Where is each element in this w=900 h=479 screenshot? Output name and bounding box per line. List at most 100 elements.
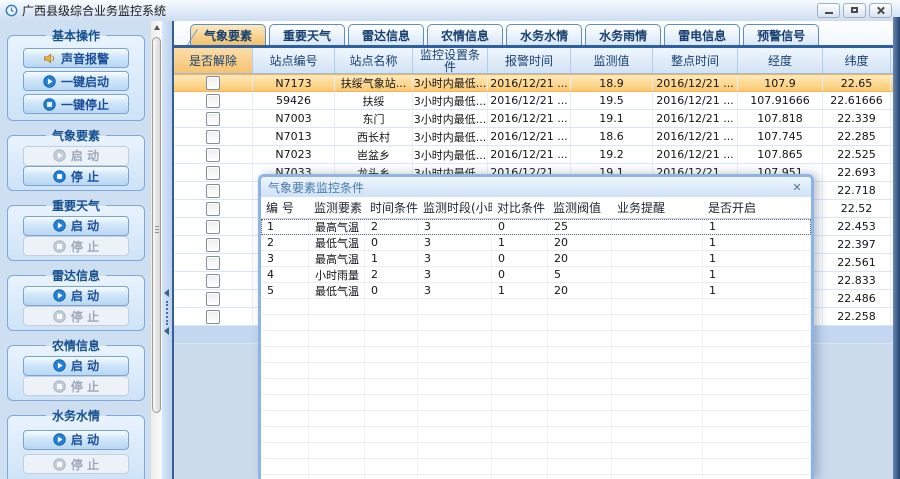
table-row[interactable]: 59426扶绥3小时内最低...2016/12/21 ...19.52016/1… [174, 92, 893, 110]
table-row[interactable]: N7003东门3小时内最低...2016/12/21 ...19.12016/1… [174, 110, 893, 128]
column-header[interactable]: 站点编号 [253, 48, 335, 73]
dialog-cell [612, 331, 703, 346]
cell-value: 18.9 [571, 75, 653, 91]
restore-button[interactable] [843, 3, 866, 18]
tab-7[interactable]: 预警信号 [743, 24, 819, 45]
row-checkbox[interactable] [206, 220, 220, 234]
start-button[interactable]: 启 动 [23, 146, 129, 166]
dialog-cell [612, 475, 703, 479]
dialog-table-row[interactable]: 5最低气温031201 [261, 283, 811, 299]
dialog-column-header[interactable]: 编 号 [261, 199, 309, 216]
row-checkbox[interactable] [206, 256, 220, 270]
close-button[interactable] [869, 3, 892, 18]
dialog-cell [418, 475, 492, 479]
dialog-cell: 1 [703, 267, 811, 282]
sidebar-group: 雷达信息启 动停 止 [7, 267, 145, 331]
dialog-cell [703, 395, 811, 410]
dialog-table-row[interactable]: 1最高气温230251 [261, 219, 811, 235]
start-button[interactable]: 启 动 [23, 356, 129, 376]
stop-button[interactable]: 停 止 [23, 306, 129, 326]
row-checkbox[interactable] [206, 238, 220, 252]
column-header[interactable]: 整点时间 [653, 48, 738, 73]
dialog-cell: 1 [492, 235, 548, 250]
cell-longitude: 107.9 [738, 75, 823, 91]
dialog-table-row[interactable]: 3最高气温130201 [261, 251, 811, 267]
row-checkbox[interactable] [206, 292, 220, 306]
dialog-column-header[interactable]: 监测时段(小时) [418, 199, 492, 216]
dialog-column-header[interactable]: 业务提醒 [612, 199, 703, 216]
row-checkbox[interactable] [206, 112, 220, 126]
dialog-column-header[interactable]: 对比条件 [492, 199, 548, 216]
dialog-cell [365, 315, 418, 330]
row-checkbox[interactable] [206, 310, 220, 324]
dialog-grid-body: 1最高气温2302512最低气温0312013最高气温1302014小时雨量23… [261, 219, 811, 479]
start-all-button[interactable]: 一键启动 [23, 71, 129, 91]
tab-5[interactable]: 水务雨情 [585, 24, 661, 45]
play-icon [53, 359, 66, 372]
row-checkbox[interactable] [206, 166, 220, 180]
minimize-button[interactable] [817, 3, 840, 18]
dialog-cell [612, 427, 703, 442]
cell-station_name: 东门 [335, 110, 413, 127]
stop-button[interactable]: 停 止 [23, 376, 129, 396]
tab-0[interactable]: 气象要素 [190, 24, 266, 45]
column-header[interactable]: 监控设置条件 [413, 48, 488, 73]
stop-all-button[interactable]: 一键停止 [23, 94, 129, 114]
cell-latitude: 22.52 [823, 200, 891, 217]
dialog-column-header[interactable]: 监测阀值 [548, 199, 612, 216]
button-label: 停 止 [71, 378, 99, 395]
start-button[interactable]: 启 动 [23, 430, 129, 450]
dialog-cell [418, 347, 492, 362]
cell-checkbox [174, 164, 253, 181]
cell-station_id: N7013 [253, 128, 335, 145]
dialog-table-row[interactable]: 4小时雨量23051 [261, 267, 811, 283]
row-checkbox[interactable] [206, 76, 220, 90]
stop-button[interactable]: 停 止 [23, 236, 129, 256]
sound-alarm-button[interactable]: 声音报警 [23, 48, 129, 68]
row-checkbox[interactable] [206, 148, 220, 162]
start-button[interactable]: 启 动 [23, 216, 129, 236]
sidebar-splitter[interactable] [162, 21, 172, 479]
row-checkbox[interactable] [206, 202, 220, 216]
table-row[interactable]: N7013西长村3小时内最低...2016/12/21 ...18.62016/… [174, 128, 893, 146]
tab-4[interactable]: 水务水情 [506, 24, 582, 45]
stop-button[interactable]: 停 止 [23, 166, 129, 186]
column-header[interactable]: 站点名称 [335, 48, 413, 73]
column-header[interactable]: 经度 [738, 48, 823, 73]
column-header[interactable]: 是否解除 [174, 48, 253, 73]
stop-button[interactable]: 停 止 [23, 454, 129, 474]
dialog-cell [703, 443, 811, 458]
table-row[interactable]: N7173扶绥气象站...3小时内最低...2016/12/21 ...18.9… [174, 74, 893, 92]
dialog-close-button[interactable]: ✕ [790, 181, 804, 194]
column-header[interactable]: 纬度 [823, 48, 891, 73]
tab-1[interactable]: 重要天气 [269, 24, 345, 45]
dialog-cell: 0 [492, 267, 548, 282]
table-row[interactable]: N7023岜盆乡3小时内最低...2016/12/21 ...19.22016/… [174, 146, 893, 164]
column-header[interactable]: 监测值 [571, 48, 653, 73]
sidebar-scrollbar[interactable] [150, 21, 162, 479]
row-checkbox[interactable] [206, 94, 220, 108]
cell-latitude: 22.693 [823, 164, 891, 181]
dialog-cell [703, 427, 811, 442]
cell-station_id: N7173 [253, 75, 335, 91]
dialog-column-header[interactable]: 时间条件 [365, 199, 418, 216]
scroll-up-button[interactable] [152, 22, 162, 33]
column-header[interactable]: 报警时间 [488, 48, 571, 73]
button-label: 启 动 [71, 357, 99, 374]
row-checkbox[interactable] [206, 184, 220, 198]
tab-3[interactable]: 农情信息 [427, 24, 503, 45]
dialog-column-header[interactable]: 监测要素 [309, 199, 365, 216]
tab-2[interactable]: 雷达信息 [348, 24, 424, 45]
dialog-title-bar[interactable]: 气象要素监控条件 ✕ [261, 177, 811, 197]
row-checkbox[interactable] [206, 130, 220, 144]
dialog-column-header[interactable]: 是否开启 [703, 199, 811, 216]
cell-checkbox [174, 254, 253, 271]
tab-6[interactable]: 雷电信息 [664, 24, 740, 45]
group-buttons: 启 动停 止 [8, 285, 144, 327]
dialog-cell [261, 331, 309, 346]
dialog-table-row[interactable]: 2最低气温031201 [261, 235, 811, 251]
scroll-thumb[interactable] [152, 37, 161, 413]
row-checkbox[interactable] [206, 274, 220, 288]
start-button[interactable]: 启 动 [23, 286, 129, 306]
sidebar-group: 水务水情启 动停 止 [7, 407, 145, 479]
